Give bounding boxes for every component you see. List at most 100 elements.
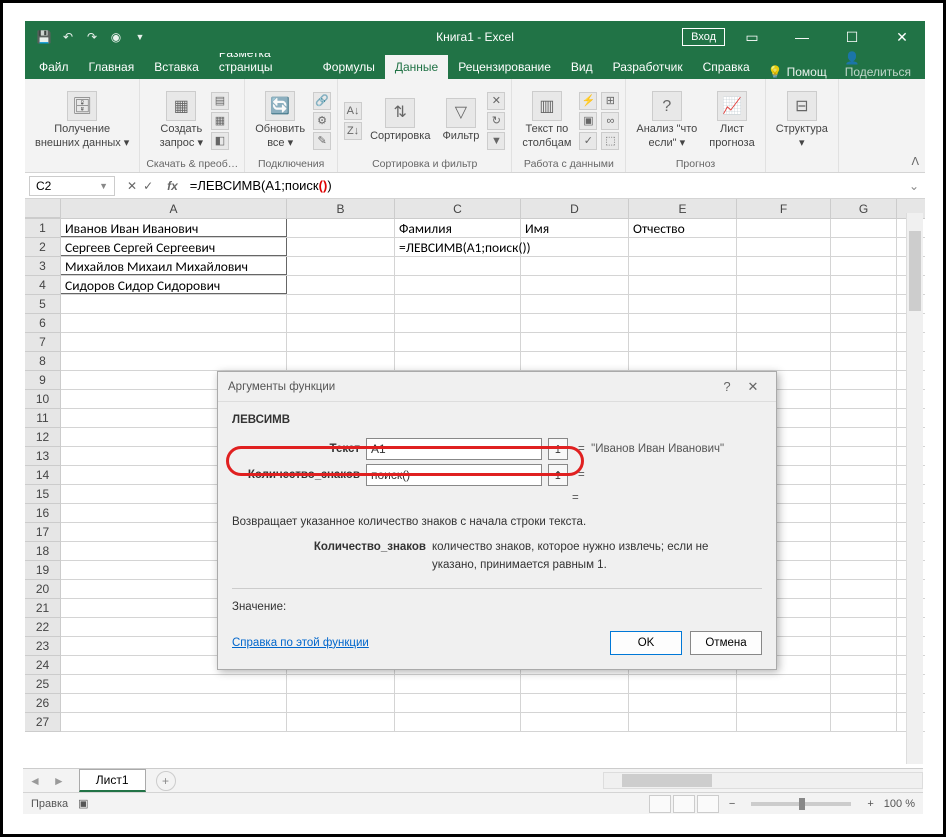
row-header[interactable]: 19 [25, 561, 61, 580]
tell-me[interactable]: 💡Помощ [760, 65, 835, 79]
add-sheet-icon[interactable]: + [156, 771, 176, 791]
cell[interactable]: Михайлов Михаил Михайлович [61, 257, 287, 275]
column-header[interactable]: D [521, 199, 629, 218]
row-header[interactable]: 12 [25, 428, 61, 447]
cell[interactable] [395, 276, 521, 294]
row-header[interactable]: 4 [25, 276, 61, 295]
row-header[interactable]: 26 [25, 694, 61, 713]
dialog-titlebar[interactable]: Аргументы функции ? ✕ [218, 372, 776, 402]
cancel-button[interactable]: Отмена [690, 631, 762, 655]
cell[interactable] [629, 352, 737, 370]
cell[interactable] [521, 295, 629, 313]
cell[interactable] [287, 219, 395, 237]
cell[interactable] [831, 447, 897, 465]
fx-icon[interactable]: fx [161, 179, 184, 193]
row-header[interactable]: 24 [25, 656, 61, 675]
cell[interactable] [831, 713, 897, 731]
row-header[interactable]: 21 [25, 599, 61, 618]
cell[interactable] [629, 314, 737, 332]
view-normal-icon[interactable] [649, 795, 671, 813]
relationships-icon[interactable]: ∞ [601, 112, 619, 130]
close-icon[interactable]: ✕ [879, 21, 925, 53]
cell[interactable] [61, 694, 287, 712]
cell[interactable] [521, 238, 629, 256]
macro-record-icon[interactable]: ▣ [78, 797, 88, 810]
cell[interactable] [395, 295, 521, 313]
column-header[interactable]: C [395, 199, 521, 218]
cell[interactable]: Отчество [629, 219, 737, 237]
enter-formula-icon[interactable]: ✓ [143, 179, 153, 193]
cell[interactable] [629, 238, 737, 256]
reapply-icon[interactable]: ↻ [487, 112, 505, 130]
cell[interactable] [287, 276, 395, 294]
cell[interactable] [629, 276, 737, 294]
flash-fill-icon[interactable]: ⚡ [579, 92, 597, 110]
remove-dup-icon[interactable]: ▣ [579, 112, 597, 130]
cell[interactable] [737, 352, 831, 370]
minimize-icon[interactable]: ― [779, 21, 825, 53]
redo-icon[interactable]: ↷ [81, 26, 103, 48]
cell[interactable] [831, 656, 897, 674]
formula-input[interactable]: =ЛЕВСИМВ(A1;поиск()) [184, 178, 903, 194]
cell[interactable]: Сергеев Сергей Сергеевич [61, 238, 287, 256]
row-header[interactable]: 9 [25, 371, 61, 390]
cell[interactable] [831, 352, 897, 370]
cell[interactable] [831, 333, 897, 351]
cell[interactable] [831, 504, 897, 522]
cell[interactable] [831, 257, 897, 275]
cell[interactable] [831, 580, 897, 598]
view-pagebreak-icon[interactable] [697, 795, 719, 813]
cell[interactable] [61, 295, 287, 313]
cell[interactable] [737, 314, 831, 332]
cell[interactable] [831, 219, 897, 237]
tab-review[interactable]: Рецензирование [448, 55, 561, 79]
cell[interactable] [831, 390, 897, 408]
cell[interactable] [287, 352, 395, 370]
from-table-icon[interactable]: ▦ [211, 112, 229, 130]
cell[interactable] [629, 675, 737, 693]
cell[interactable]: =ЛЕВСИМВ(A1;поиск()) [395, 238, 521, 256]
cell[interactable] [831, 523, 897, 541]
cancel-formula-icon[interactable]: ✕ [127, 179, 137, 193]
arg2-input[interactable]: поиск() [366, 464, 542, 486]
sort-button[interactable]: ⇅Сортировка [366, 96, 434, 145]
function-help-link[interactable]: Справка по этой функции [232, 637, 369, 649]
column-header[interactable]: B [287, 199, 395, 218]
arg2-range-picker-icon[interactable]: ↥ [548, 464, 568, 486]
cell[interactable] [831, 542, 897, 560]
ribbon-options-icon[interactable]: ▭ [729, 21, 775, 53]
cell[interactable] [287, 295, 395, 313]
cell[interactable] [395, 713, 521, 731]
cell[interactable] [831, 561, 897, 579]
cell[interactable] [521, 352, 629, 370]
cell[interactable] [831, 371, 897, 389]
zoom-slider[interactable] [751, 802, 851, 806]
whatif-button[interactable]: ?Анализ "что если" ▾ [632, 89, 701, 151]
cell[interactable] [629, 257, 737, 275]
cell[interactable] [831, 276, 897, 294]
tab-developer[interactable]: Разработчик [603, 55, 693, 79]
cell[interactable] [737, 276, 831, 294]
sheet-tab[interactable]: Лист1 [79, 769, 146, 792]
cell[interactable] [61, 713, 287, 731]
row-header[interactable]: 15 [25, 485, 61, 504]
recent-sources-icon[interactable]: ◧ [211, 132, 229, 150]
row-header[interactable]: 16 [25, 504, 61, 523]
cell[interactable] [737, 675, 831, 693]
filter-button[interactable]: ▽Фильтр [438, 96, 483, 145]
column-header[interactable]: G [831, 199, 897, 218]
cell[interactable] [521, 333, 629, 351]
cell[interactable] [521, 314, 629, 332]
cell[interactable] [395, 352, 521, 370]
cell[interactable] [395, 675, 521, 693]
zoom-in-icon[interactable]: + [867, 798, 873, 810]
row-header[interactable]: 18 [25, 542, 61, 561]
cell[interactable]: Иванов Иван Иванович [61, 219, 287, 237]
properties-icon[interactable]: ⚙ [313, 112, 331, 130]
row-header[interactable]: 27 [25, 713, 61, 732]
cell[interactable] [629, 694, 737, 712]
cell[interactable] [831, 637, 897, 655]
consolidate-icon[interactable]: ⊞ [601, 92, 619, 110]
cell[interactable] [521, 675, 629, 693]
zoom-level[interactable]: 100 % [884, 798, 915, 810]
